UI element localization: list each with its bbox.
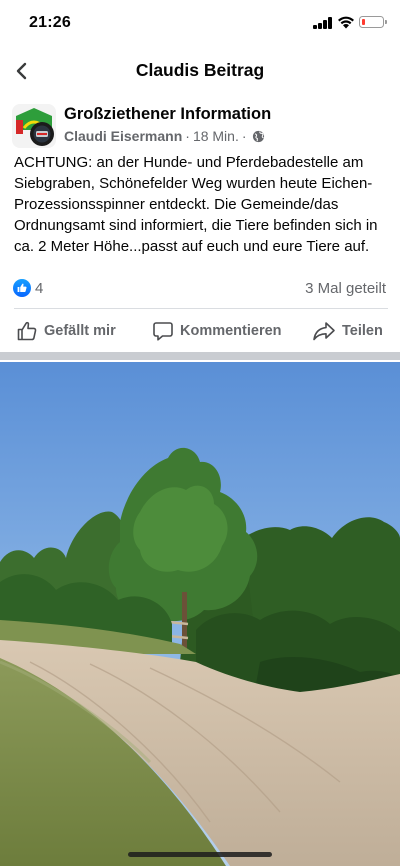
reactions-row[interactable]: 4 3 Mal geteilt (0, 276, 400, 302)
share-button-label: Teilen (342, 323, 383, 339)
post-meta: Claudi Eisermann · 18 Min. · (64, 128, 265, 144)
like-button-label: Gefällt mir (44, 323, 116, 339)
like-button[interactable]: Gefällt mir (16, 318, 116, 344)
cellular-signal-icon (313, 17, 333, 29)
battery-level (361, 18, 365, 25)
thumbs-up-icon (17, 321, 37, 341)
section-divider (0, 352, 400, 360)
group-name[interactable]: Großziethener Information (64, 105, 271, 124)
page-title: Claudis Beitrag (135, 60, 265, 80)
comment-button[interactable]: Kommentieren (152, 318, 282, 344)
post-time[interactable]: 18 Min. (193, 128, 239, 144)
wifi-icon (338, 16, 354, 29)
battery-icon (359, 16, 387, 28)
comment-button-label: Kommentieren (180, 323, 282, 339)
group-avatar[interactable] (12, 104, 56, 148)
home-indicator[interactable] (128, 852, 272, 857)
divider (14, 308, 388, 309)
nav-bar: Claudis Beitrag (0, 48, 400, 94)
status-bar: 21:26 (0, 0, 400, 46)
comment-icon (153, 322, 173, 341)
author-name[interactable]: Claudi Eisermann (64, 128, 182, 144)
post-photo[interactable] (0, 362, 400, 866)
meta-separator: · (185, 128, 190, 144)
post-actions: Gefällt mir Kommentieren Teilen (0, 318, 400, 344)
globe-icon (252, 130, 264, 142)
reaction-count[interactable]: 4 (35, 280, 43, 297)
share-count[interactable]: 3 Mal geteilt (305, 280, 386, 297)
share-button[interactable]: Teilen (312, 318, 383, 344)
meta-separator: · (241, 128, 247, 144)
share-icon (313, 322, 335, 341)
like-reaction-icon (13, 279, 31, 297)
status-time: 21:26 (29, 14, 71, 31)
post-text: ACHTUNG: an der Hunde- und Pferdebadeste… (14, 154, 378, 255)
